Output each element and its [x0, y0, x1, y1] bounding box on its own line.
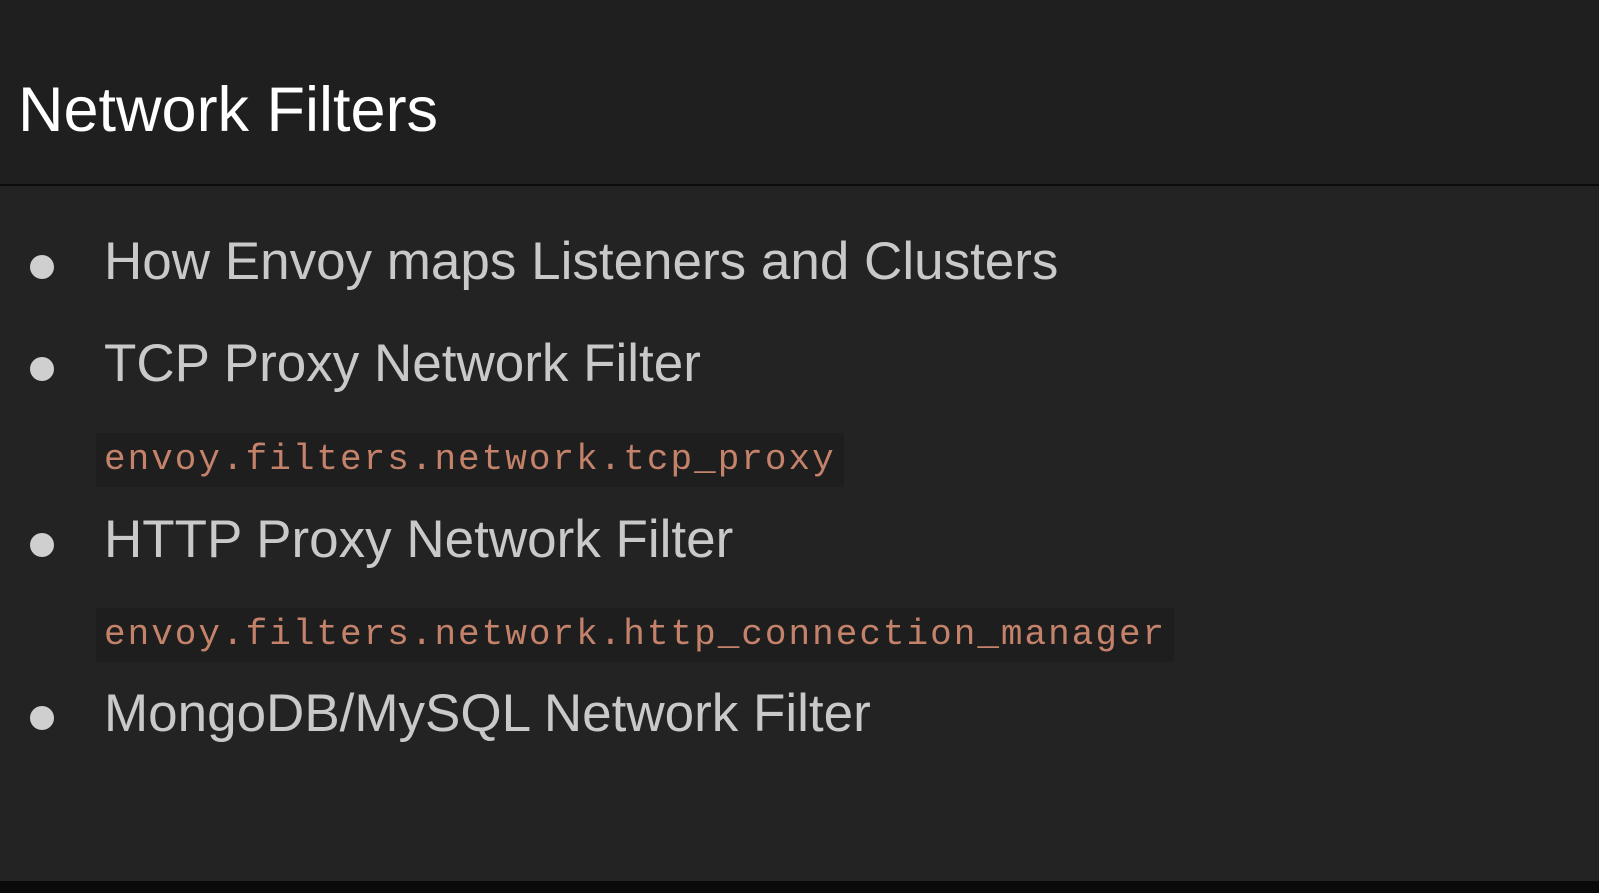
title-bar: Network Filters: [0, 0, 1599, 185]
bullet-icon: [30, 533, 54, 557]
bullet-item-text: TCP Proxy Network Filter: [104, 334, 701, 393]
slide-title: Network Filters: [18, 75, 439, 145]
bullet-icon: [30, 706, 54, 730]
slide: Network Filters How Envoy maps Listeners…: [0, 0, 1599, 893]
slide-content: How Envoy maps Listeners and Clusters TC…: [0, 186, 1599, 881]
bullet-item-text: HTTP Proxy Network Filter: [104, 510, 734, 569]
bottom-bar: [0, 881, 1599, 893]
bullet-icon: [30, 357, 54, 381]
code-snippet: envoy.filters.network.http_connection_ma…: [96, 608, 1175, 662]
bullet-item-text: MongoDB/MySQL Network Filter: [104, 684, 871, 743]
bullet-item-text: How Envoy maps Listeners and Clusters: [104, 232, 1059, 291]
code-snippet: envoy.filters.network.tcp_proxy: [96, 433, 844, 487]
bullet-icon: [30, 255, 54, 279]
